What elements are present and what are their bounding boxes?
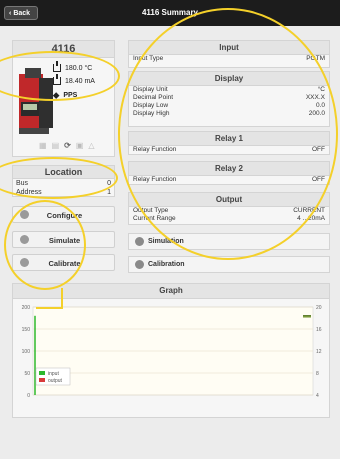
page-title: 4116 Summary [141, 8, 199, 17]
upload-icon [53, 61, 61, 72]
display-title: Display [129, 72, 329, 86]
relay2-panel: Relay 2 Relay Function OFF [128, 161, 330, 185]
display-panel: Display Display Unit °C Decimal Point XXX.… [128, 71, 330, 127]
legend-swatch [39, 378, 45, 382]
device-name: 4116 [13, 41, 114, 58]
y-right-tick-label: 16 [316, 327, 322, 333]
output-title: Output [129, 193, 329, 207]
device-pane: 4116 180.0 °C 18.40 mA ⬥ PPS ▦ ▤ ⟳ ▣ △ [12, 40, 115, 157]
display-row: Decimal Point XXX.X [133, 94, 325, 101]
top-bar: ‹ Back 4116 Summary [0, 0, 340, 26]
temperature-reading: 180.0 °C [53, 61, 92, 72]
y-right-tick-label: 8 [316, 371, 319, 377]
location-row: Address 1 [16, 189, 111, 196]
output-panel: Output Output Type CURRENT Current Range 4… [128, 192, 330, 225]
input-title: Input [129, 41, 329, 55]
relay1-panel: Relay 1 Relay Function OFF [128, 131, 330, 155]
legend-swatch [39, 371, 45, 375]
relay2-row: Relay Function OFF [133, 176, 325, 183]
y-left-tick-label: 150 [22, 327, 31, 333]
display-row: Display High 200.0 [133, 110, 325, 117]
calibration-action[interactable]: Calibration [128, 256, 330, 273]
y-right-tick-label: 12 [316, 349, 322, 355]
status-icons: ▦ ▤ ⟳ ▣ △ [39, 141, 95, 150]
y-right-tick-label: 4 [316, 393, 319, 399]
graph-title: Graph [13, 284, 329, 299]
simulation-action[interactable]: Simulation [128, 233, 330, 250]
list-icon: ▤ [51, 141, 60, 150]
device-image [19, 68, 53, 134]
display-row: Display Unit °C [133, 86, 325, 93]
y-left-tick-label: 100 [22, 349, 31, 355]
simulate-button[interactable]: Simulate [12, 231, 115, 248]
content-area: 4116 180.0 °C 18.40 mA ⬥ PPS ▦ ▤ ⟳ ▣ △ L… [0, 8, 340, 459]
graph-pane: Graph 0 50 100 150 200 4 8 12 16 20 input output [12, 283, 330, 418]
location-pane: Location Bus 0 Address 1 [12, 165, 115, 197]
legend-label: output [48, 378, 63, 384]
relay2-title: Relay 2 [129, 162, 329, 176]
output-row: Current Range 4 .. 20mA [133, 215, 325, 222]
calibrate-button[interactable]: Calibrate [12, 254, 115, 271]
location-title: Location [13, 166, 114, 179]
y-left-tick-label: 50 [24, 371, 30, 377]
graph-chart: 0 50 100 150 200 4 8 12 16 20 inputoutput [22, 305, 322, 399]
relay1-title: Relay 1 [129, 132, 329, 146]
refresh-icon[interactable]: ⟳ [64, 141, 71, 150]
display-row: Display Low 0.0 [133, 102, 325, 109]
lock-icon: ▣ [75, 141, 84, 150]
upload-icon [53, 74, 61, 85]
input-row: Input Type POTM [133, 55, 325, 62]
y-left-tick-label: 0 [27, 393, 30, 399]
y-right-tick-label: 20 [316, 305, 322, 311]
input-panel: Input Input Type POTM [128, 40, 330, 68]
calibration-icon [135, 260, 144, 269]
current-reading: 18.40 mA [53, 74, 95, 85]
configure-button[interactable]: Configure [12, 206, 115, 223]
tag-icon: ⬥ [53, 90, 60, 100]
tag-reading: ⬥ PPS [53, 90, 78, 100]
warning-icon: △ [88, 141, 95, 150]
output-row: Output Type CURRENT [133, 207, 325, 214]
legend-label: input [48, 371, 59, 377]
relay1-row: Relay Function OFF [133, 146, 325, 153]
grid-icon: ▦ [39, 141, 47, 150]
simulation-icon [135, 237, 144, 246]
location-row: Bus 0 [16, 180, 111, 187]
y-left-tick-label: 200 [22, 305, 31, 311]
